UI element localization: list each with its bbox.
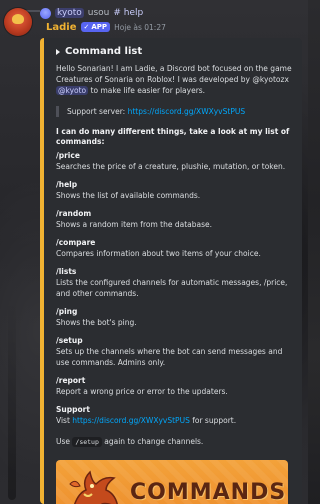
developer-mention[interactable]: @kyoto	[56, 86, 89, 95]
bot-avatar[interactable]	[4, 8, 32, 36]
command-description: Shows a random item from the database.	[56, 220, 212, 229]
command-name: /help	[56, 180, 78, 189]
command-name: /lists	[56, 267, 77, 276]
command-item: /lists Lists the configured channels for…	[56, 267, 292, 299]
command-item: /compare Compares information about two …	[56, 238, 292, 259]
check-icon: ✓	[83, 23, 90, 31]
dragon-icon	[69, 470, 118, 504]
support-blockquote: Support server: https://discord.gg/XWXyv…	[56, 106, 292, 117]
banner-text: COMMANDS	[130, 480, 287, 504]
intro-text-2: to make life easier for players.	[88, 86, 206, 95]
command-name: /ping	[56, 307, 78, 316]
support-label: Support server:	[67, 107, 128, 116]
author-name[interactable]: Ladie	[46, 22, 77, 33]
replied-user-mention[interactable]: kyoto	[55, 8, 84, 18]
help-embed: Command list Hello Sonarian! I am Ladie,…	[40, 38, 302, 504]
support-section-title: Support	[56, 405, 90, 414]
support-server-link[interactable]: https://discord.gg/XWXyvStPUS	[128, 107, 246, 116]
command-description: Compares information about two items of …	[56, 249, 261, 258]
replied-user-avatar	[40, 7, 51, 19]
command-description: Report a wrong price or error to the upd…	[56, 387, 228, 396]
command-name: /setup	[56, 336, 83, 345]
setup-hint-text-1: Use	[56, 437, 73, 446]
commands-banner-image[interactable]: COMMANDS	[56, 460, 288, 504]
command-name: /report	[56, 376, 86, 385]
message-timestamp[interactable]: Hoje às 01:27	[114, 23, 166, 32]
support-visit-link[interactable]: https://discord.gg/XWXyvStPUS	[72, 416, 190, 425]
app-badge: ✓ APP	[80, 22, 111, 32]
command-description: Shows the list of available commands.	[56, 191, 201, 200]
reply-action-text: usou	[87, 8, 110, 18]
command-name: /compare	[56, 238, 96, 247]
support-visit-end: for support.	[189, 416, 237, 425]
commands-intro: I can do many different things, take a l…	[56, 127, 290, 146]
setup-hint-text-2: again to change channels.	[101, 437, 204, 446]
command-list: /price Searches the price of a creature,…	[56, 151, 292, 397]
command-name: /price	[56, 151, 80, 160]
setup-command-code: /setup	[72, 437, 102, 447]
setup-hint: Use /setup again to change channels.	[56, 436, 292, 448]
reply-reference[interactable]: kyoto usou # help	[40, 6, 143, 20]
command-item: /price Searches the price of a creature,…	[56, 151, 292, 172]
embed-title: Command list	[56, 46, 292, 57]
caret-right-icon	[56, 48, 60, 55]
command-item: /random Shows a random item from the dat…	[56, 209, 292, 230]
command-item: /report Report a wrong price or error to…	[56, 376, 292, 397]
command-name: help	[123, 8, 144, 18]
hash-icon: #	[113, 8, 121, 18]
command-reference[interactable]: # help	[113, 8, 143, 18]
intro-paragraph: Hello Sonarian! I am Ladie, a Discord bo…	[56, 63, 292, 96]
embed-title-text: Command list	[65, 46, 143, 57]
intro-text-1: Hello Sonarian! I am Ladie, a Discord bo…	[56, 64, 292, 84]
support-visit-text: Vist	[56, 416, 73, 425]
support-section-text: Vist https://discord.gg/XWXyvStPUS for s…	[56, 415, 292, 426]
command-description: Lists the configured channels for automa…	[56, 278, 288, 298]
message-header: Ladie ✓ APP Hoje às 01:27	[46, 20, 166, 34]
command-item: /ping Shows the bot's ping.	[56, 307, 292, 328]
command-description: Searches the price of a creature, plushi…	[56, 162, 286, 171]
command-name: /random	[56, 209, 92, 218]
background-tree	[8, 300, 16, 500]
command-description: Shows the bot's ping.	[56, 318, 137, 327]
command-description: Sets up the channels where the bot can s…	[56, 347, 283, 367]
command-item: /setup Sets up the channels where the bo…	[56, 336, 292, 368]
command-item: /help Shows the list of available comman…	[56, 180, 292, 201]
app-badge-label: APP	[91, 23, 108, 31]
